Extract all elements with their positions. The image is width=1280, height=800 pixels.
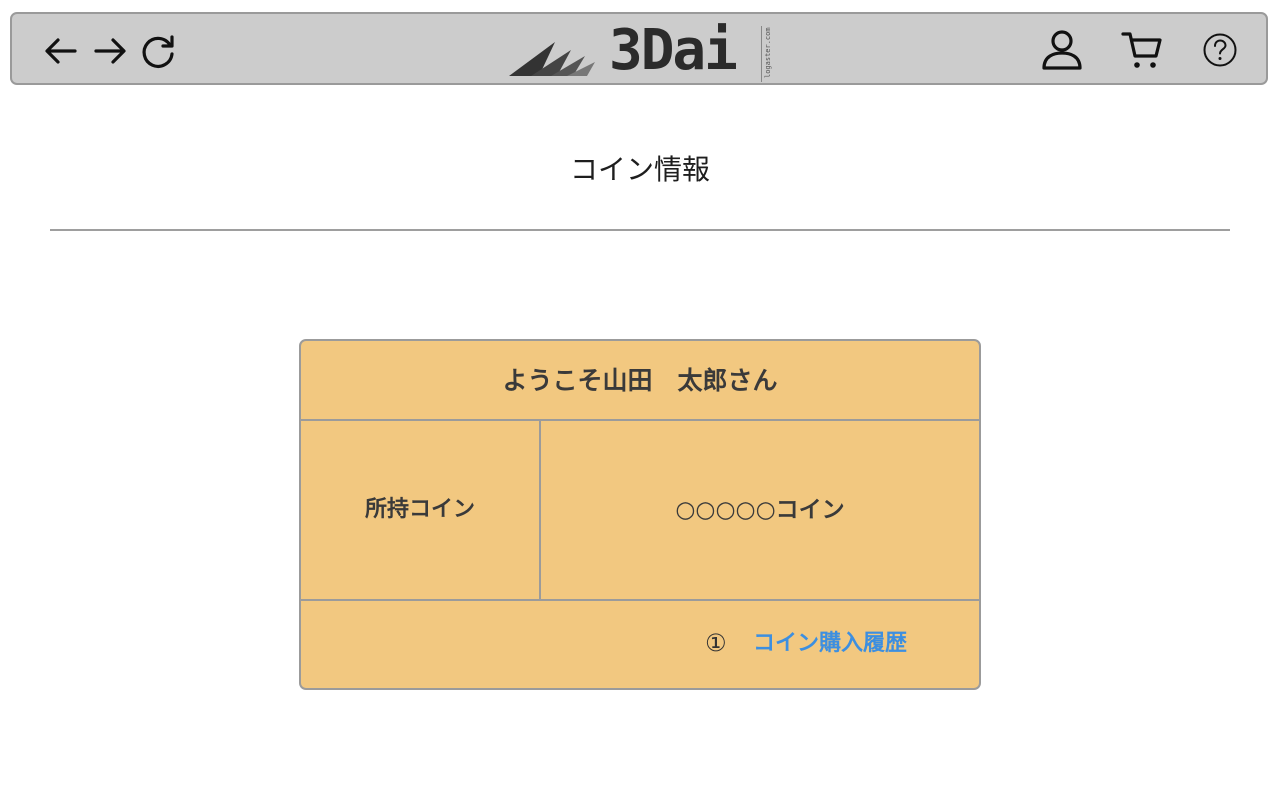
- reload-icon[interactable]: [139, 32, 177, 70]
- title-divider: [50, 229, 1230, 231]
- history-marker: ①: [705, 629, 727, 657]
- logo-text: 3Dai: [609, 18, 738, 83]
- coin-info-card: ようこそ山田 太郎さん 所持コイン ○○○○○コイン ① コイン購入履歴: [299, 339, 981, 690]
- top-navigation-bar: 3Dai logaster.com: [10, 12, 1268, 85]
- arrow-left-icon[interactable]: [42, 32, 80, 70]
- logo-subtext: logaster.com: [761, 26, 776, 82]
- logo-domain: logaster.com: [764, 27, 772, 78]
- arrow-right-icon[interactable]: [91, 32, 129, 70]
- help-icon[interactable]: [1202, 32, 1238, 68]
- card-footer: ① コイン購入履歴: [301, 601, 979, 688]
- welcome-message: ようこそ山田 太郎さん: [301, 341, 979, 421]
- owned-coins-label: 所持コイン: [301, 421, 541, 601]
- coin-purchase-history-link[interactable]: コイン購入履歴: [753, 629, 907, 659]
- owned-coins-value: ○○○○○コイン: [541, 421, 979, 601]
- cart-icon[interactable]: [1120, 28, 1164, 72]
- user-icon[interactable]: [1040, 28, 1084, 72]
- page-title: コイン情報: [569, 153, 710, 186]
- site-logo[interactable]: 3Dai logaster.com: [509, 18, 779, 83]
- logo-mark-icon: [509, 42, 595, 76]
